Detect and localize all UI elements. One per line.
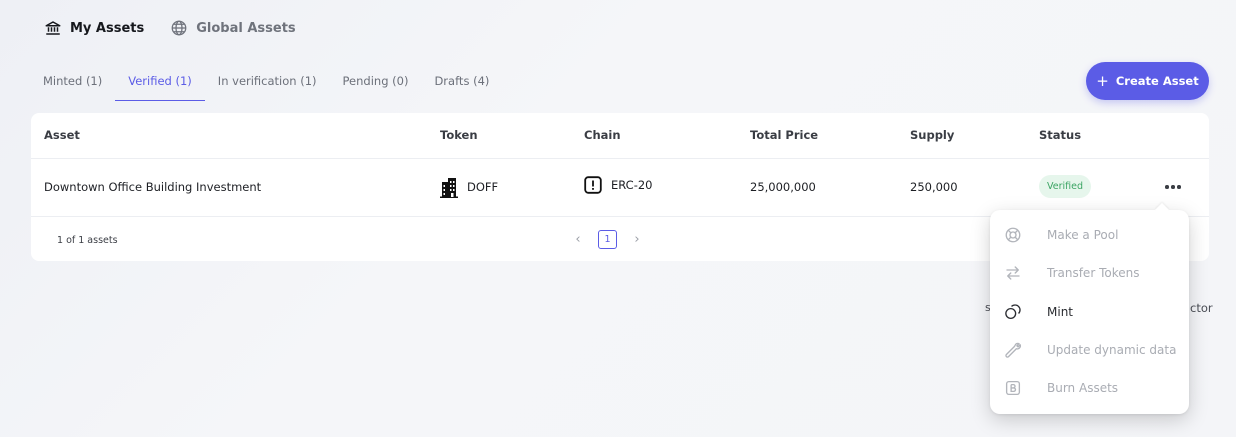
coins-icon bbox=[1005, 304, 1021, 319]
chain-cell: ERC-20 bbox=[584, 176, 653, 194]
header-asset[interactable]: Asset bbox=[44, 128, 80, 142]
globe-icon bbox=[171, 20, 187, 36]
transfer-arrows-icon bbox=[1006, 266, 1020, 281]
menu-item-mint[interactable]: Mint bbox=[990, 293, 1189, 331]
token-symbol: DOFF bbox=[467, 180, 499, 194]
header-token[interactable]: Token bbox=[440, 128, 478, 142]
tab-verified[interactable]: Verified (1) bbox=[115, 62, 205, 101]
create-asset-button[interactable]: + Create Asset bbox=[1086, 62, 1209, 100]
status-badge: Verified bbox=[1039, 175, 1092, 198]
header-status[interactable]: Status bbox=[1039, 128, 1081, 142]
tab-minted[interactable]: Minted (1) bbox=[30, 62, 115, 101]
page-number[interactable]: 1 bbox=[598, 230, 617, 249]
dot-icon bbox=[1171, 185, 1175, 189]
building-icon bbox=[440, 178, 458, 198]
menu-item-burn-assets[interactable]: Burn Assets bbox=[990, 369, 1189, 407]
header-total-price[interactable]: Total Price bbox=[750, 128, 818, 142]
dot-icon bbox=[1165, 185, 1169, 189]
b-square-icon bbox=[1005, 381, 1021, 396]
asset-count: 1 of 1 assets bbox=[57, 235, 118, 246]
menu-item-label: Make a Pool bbox=[1047, 228, 1119, 243]
menu-item-label: Transfer Tokens bbox=[1047, 266, 1140, 281]
plus-icon: + bbox=[1096, 71, 1109, 90]
actions-dropdown: Make a Pool Transfer Tokens Mint Update … bbox=[990, 210, 1189, 414]
total-price: 25,000,000 bbox=[750, 180, 816, 194]
menu-item-make-a-pool[interactable]: Make a Pool bbox=[990, 216, 1189, 254]
header-supply[interactable]: Supply bbox=[910, 128, 954, 142]
pagination: ‹ 1 › bbox=[572, 230, 643, 249]
background-text-right: ctor bbox=[1190, 301, 1213, 315]
menu-item-label: Burn Assets bbox=[1047, 381, 1119, 396]
chain-name: ERC-20 bbox=[611, 178, 653, 192]
menu-item-transfer-tokens[interactable]: Transfer Tokens bbox=[990, 254, 1189, 292]
table-header: Asset Token Chain Total Price Supply Sta… bbox=[31, 113, 1209, 159]
token-cell: DOFF bbox=[440, 176, 498, 198]
wrench-icon bbox=[1005, 342, 1022, 358]
tab-in-verification[interactable]: In verification (1) bbox=[205, 62, 330, 101]
chevron-left-icon[interactable]: ‹ bbox=[572, 232, 584, 247]
lifebuoy-icon bbox=[1005, 227, 1021, 243]
alert-square-icon bbox=[584, 176, 602, 194]
menu-item-update-dynamic-data[interactable]: Update dynamic data bbox=[990, 331, 1189, 369]
tab-global-assets-label: Global Assets bbox=[196, 20, 296, 36]
top-tabs: My Assets Global Assets bbox=[44, 19, 296, 37]
tab-drafts[interactable]: Drafts (4) bbox=[421, 62, 502, 101]
create-asset-label: Create Asset bbox=[1115, 74, 1199, 88]
header-chain[interactable]: Chain bbox=[584, 128, 621, 142]
tab-my-assets-label: My Assets bbox=[70, 20, 145, 36]
dot-icon bbox=[1177, 185, 1181, 189]
more-actions-button[interactable] bbox=[1161, 179, 1185, 195]
menu-item-label: Mint bbox=[1047, 304, 1073, 319]
tab-my-assets[interactable]: My Assets bbox=[44, 19, 144, 37]
bank-icon bbox=[45, 21, 61, 35]
tab-global-assets[interactable]: Global Assets bbox=[170, 19, 296, 37]
chevron-right-icon[interactable]: › bbox=[631, 232, 643, 247]
supply: 250,000 bbox=[910, 180, 958, 194]
menu-item-label: Update dynamic data bbox=[1047, 343, 1177, 358]
asset-name: Downtown Office Building Investment bbox=[44, 180, 262, 194]
status-tabs: Minted (1) Verified (1) In verification … bbox=[30, 62, 502, 101]
table-row[interactable]: Downtown Office Building Investment DOFF bbox=[31, 159, 1209, 217]
tab-pending[interactable]: Pending (0) bbox=[330, 62, 422, 101]
